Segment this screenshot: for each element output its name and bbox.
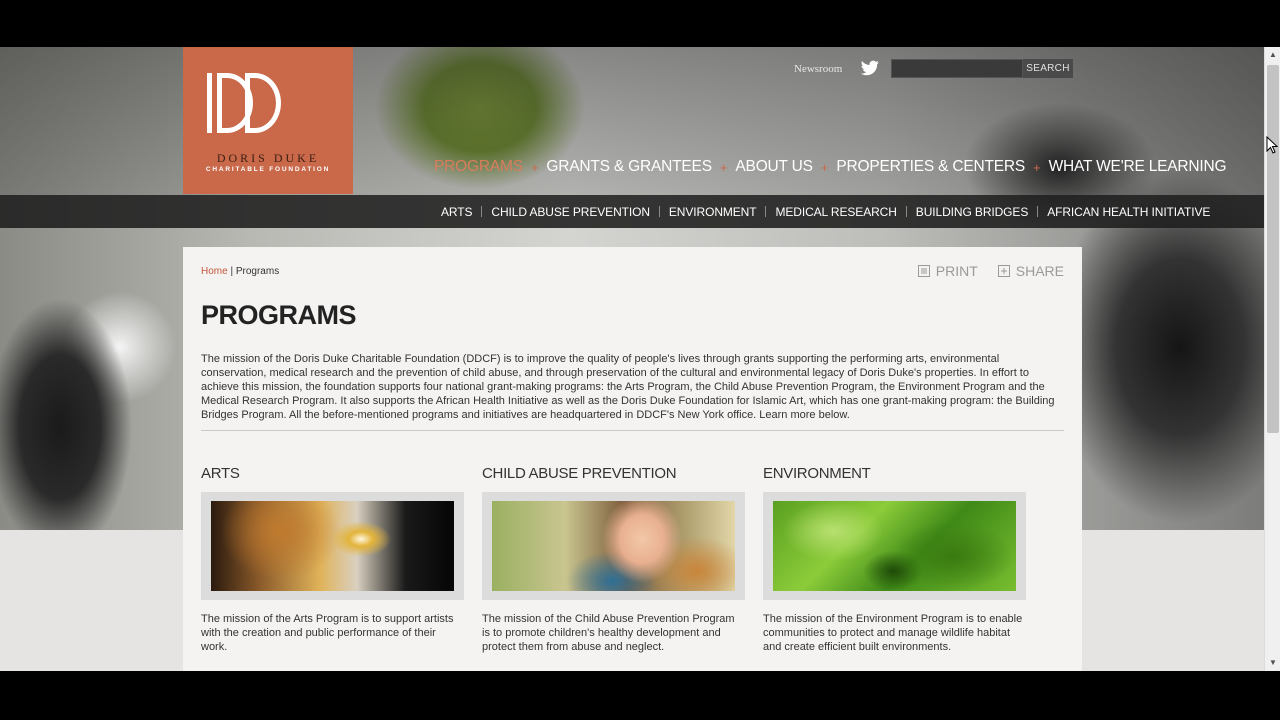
program-image-frame[interactable] bbox=[201, 492, 464, 600]
scroll-thumb[interactable] bbox=[1267, 65, 1279, 433]
logo-subtitle: CHARITABLE FOUNDATION bbox=[205, 166, 331, 173]
program-title[interactable]: CHILD ABUSE PREVENTION bbox=[482, 465, 747, 482]
browser-viewport: DORIS DUKE CHARITABLE FOUNDATION Newsroo… bbox=[0, 47, 1264, 671]
program-image-frame[interactable] bbox=[482, 492, 745, 600]
print-icon bbox=[917, 265, 930, 277]
share-plus-icon bbox=[997, 265, 1010, 277]
subnav-environment[interactable]: ENVIRONMENT bbox=[669, 205, 757, 219]
search-input[interactable] bbox=[891, 59, 1023, 78]
share-label: SHARE bbox=[1015, 263, 1064, 279]
content-panel: Home | Programs PRINT SHARE PROGRAMS The… bbox=[183, 247, 1082, 671]
program-card-arts: ARTS The mission of the Arts Program is … bbox=[201, 465, 466, 654]
nav-what-were-learning[interactable]: WHAT WE'RE LEARNING bbox=[1049, 158, 1227, 176]
logo-name: DORIS DUKE bbox=[216, 151, 320, 165]
subnav-divider bbox=[765, 206, 767, 217]
print-button[interactable]: PRINT bbox=[917, 263, 978, 279]
share-button[interactable]: SHARE bbox=[997, 263, 1064, 279]
nav-properties-centers[interactable]: PROPERTIES & CENTERS bbox=[836, 158, 1025, 176]
program-description: The mission of the Environment Program i… bbox=[763, 613, 1023, 653]
program-description: The mission of the Child Abuse Preventio… bbox=[482, 613, 735, 653]
newsroom-link[interactable]: Newsroom bbox=[794, 63, 842, 75]
print-label: PRINT bbox=[935, 263, 978, 279]
nav-separator: + bbox=[719, 159, 728, 175]
subnav-african-health-initiative[interactable]: AFRICAN HEALTH INITIATIVE bbox=[1047, 205, 1210, 219]
subnav-arts[interactable]: ARTS bbox=[441, 205, 472, 219]
nav-separator: + bbox=[1033, 159, 1041, 175]
arts-program-image bbox=[211, 501, 454, 591]
breadcrumb-current: Programs bbox=[235, 266, 280, 277]
foundation-logo[interactable]: DORIS DUKE CHARITABLE FOUNDATION bbox=[183, 47, 353, 194]
nav-separator: + bbox=[530, 159, 539, 175]
nav-programs[interactable]: PROGRAMS bbox=[434, 158, 523, 176]
child-program-image bbox=[492, 501, 735, 591]
divider bbox=[201, 430, 1064, 431]
main-navigation: PROGRAMS + GRANTS & GRANTEES + ABOUT US … bbox=[434, 157, 1227, 177]
mouse-cursor-icon bbox=[1266, 136, 1278, 154]
subnav-child-abuse-prevention[interactable]: CHILD ABUSE PREVENTION bbox=[491, 205, 650, 219]
subnav-divider bbox=[1037, 206, 1039, 217]
program-card-child-abuse-prevention: CHILD ABUSE PREVENTION The mission of th… bbox=[482, 465, 747, 654]
page-title: PROGRAMS bbox=[201, 300, 357, 330]
twitter-icon[interactable] bbox=[861, 60, 879, 76]
search-button[interactable]: SEARCH bbox=[1023, 59, 1073, 78]
breadcrumb: Home | Programs bbox=[201, 266, 279, 277]
page-tools: PRINT SHARE bbox=[917, 263, 1064, 279]
program-title[interactable]: ARTS bbox=[201, 465, 466, 482]
program-title[interactable]: ENVIRONMENT bbox=[763, 465, 1028, 482]
intro-paragraph: The mission of the Doris Duke Charitable… bbox=[201, 353, 1055, 421]
dd-logo-mark-icon bbox=[207, 73, 281, 133]
breadcrumb-home-link[interactable]: Home bbox=[201, 266, 228, 277]
scroll-down-arrow-icon[interactable]: ▼ bbox=[1265, 655, 1280, 671]
subnav-divider bbox=[658, 206, 660, 217]
subnav-divider bbox=[481, 206, 483, 217]
subnav-divider bbox=[905, 206, 907, 217]
nav-separator: + bbox=[820, 159, 829, 175]
program-subnav: ARTS CHILD ABUSE PREVENTION ENVIRONMENT … bbox=[0, 195, 1264, 228]
nav-about-us[interactable]: ABOUT US bbox=[735, 158, 813, 176]
breadcrumb-separator: | bbox=[227, 266, 236, 277]
scroll-up-arrow-icon[interactable]: ▲ bbox=[1265, 47, 1280, 63]
program-image-frame[interactable] bbox=[763, 492, 1026, 600]
nav-grants-grantees[interactable]: GRANTS & GRANTEES bbox=[546, 158, 712, 176]
subnav-building-bridges[interactable]: BUILDING BRIDGES bbox=[916, 205, 1029, 219]
environment-program-image bbox=[773, 501, 1016, 591]
program-description: The mission of the Arts Program is to su… bbox=[201, 613, 454, 653]
program-card-environment: ENVIRONMENT The mission of the Environme… bbox=[763, 465, 1028, 654]
subnav-medical-research[interactable]: MEDICAL RESEARCH bbox=[775, 205, 896, 219]
